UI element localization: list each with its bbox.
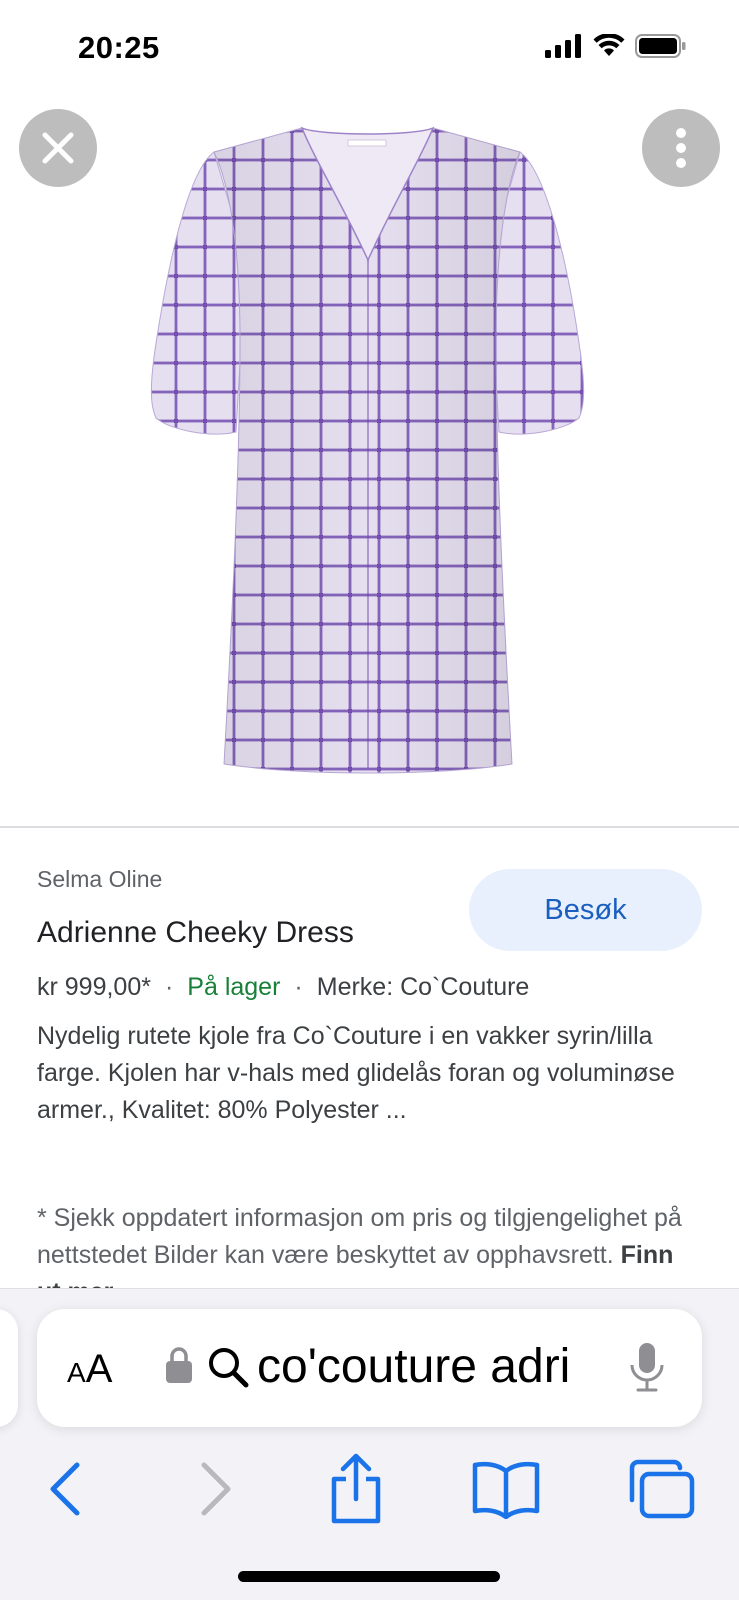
- site-name[interactable]: Selma Oline: [37, 866, 162, 893]
- tabs-icon: [629, 1459, 695, 1519]
- product-info-panel: Selma Oline Besøk Adrienne Cheeky Dress …: [0, 830, 739, 1290]
- product-title[interactable]: Adrienne Cheeky Dress: [37, 916, 354, 950]
- bookmarks-icon: [472, 1461, 540, 1519]
- search-icon: [207, 1346, 249, 1393]
- disclaimer-text: * Sjekk oppdatert informasjon om pris og…: [37, 1204, 682, 1269]
- separator-dot: ·: [164, 973, 174, 1001]
- status-bar: 20:25: [0, 0, 739, 100]
- bookmarks-button[interactable]: [466, 1449, 546, 1529]
- price: kr 999,00*: [37, 973, 151, 1001]
- back-icon: [50, 1462, 80, 1516]
- close-button[interactable]: [19, 109, 97, 187]
- signal-icon: [545, 34, 583, 63]
- aa-small-glyph: A: [67, 1357, 86, 1388]
- status-time: 20:25: [78, 30, 160, 65]
- disclaimer: * Sjekk oppdatert informasjon om pris og…: [37, 1200, 697, 1290]
- share-icon: [331, 1453, 381, 1524]
- separator-dot: ·: [294, 973, 303, 1001]
- aa-big-glyph: A: [85, 1347, 113, 1391]
- more-options-button[interactable]: [642, 109, 720, 187]
- tabs-button[interactable]: [622, 1449, 702, 1529]
- wifi-icon: [593, 33, 625, 63]
- mic-icon[interactable]: [629, 1341, 665, 1398]
- status-icons: [545, 33, 687, 63]
- image-viewer: [0, 100, 739, 828]
- url-text[interactable]: co'couture adri: [257, 1339, 602, 1394]
- visit-button[interactable]: Besøk: [469, 869, 702, 951]
- more-vertical-icon: [676, 128, 686, 168]
- battery-icon: [635, 34, 687, 63]
- forward-button[interactable]: [176, 1449, 256, 1529]
- back-button[interactable]: [25, 1449, 105, 1529]
- product-meta: kr 999,00* · På lager · Merke: Co`Couture: [37, 973, 529, 1002]
- browser-toolbar: [0, 1449, 739, 1529]
- share-button[interactable]: [316, 1449, 396, 1529]
- brand: Merke: Co`Couture: [316, 973, 530, 1001]
- lock-icon: [165, 1345, 193, 1390]
- address-bar[interactable]: AA co'couture adri: [37, 1309, 702, 1427]
- close-icon: [42, 132, 74, 164]
- forward-icon: [201, 1462, 231, 1516]
- browser-bottom-bar: AA co'couture adri: [0, 1288, 739, 1600]
- product-description: Nydelig rutete kjole fra Co`Couture i en…: [37, 1022, 675, 1124]
- home-indicator[interactable]: [238, 1571, 500, 1582]
- text-size-button[interactable]: AA: [67, 1347, 112, 1392]
- stock-status: På lager: [187, 973, 281, 1001]
- product-image[interactable]: [0, 100, 739, 828]
- previous-tab-peek[interactable]: [0, 1309, 18, 1427]
